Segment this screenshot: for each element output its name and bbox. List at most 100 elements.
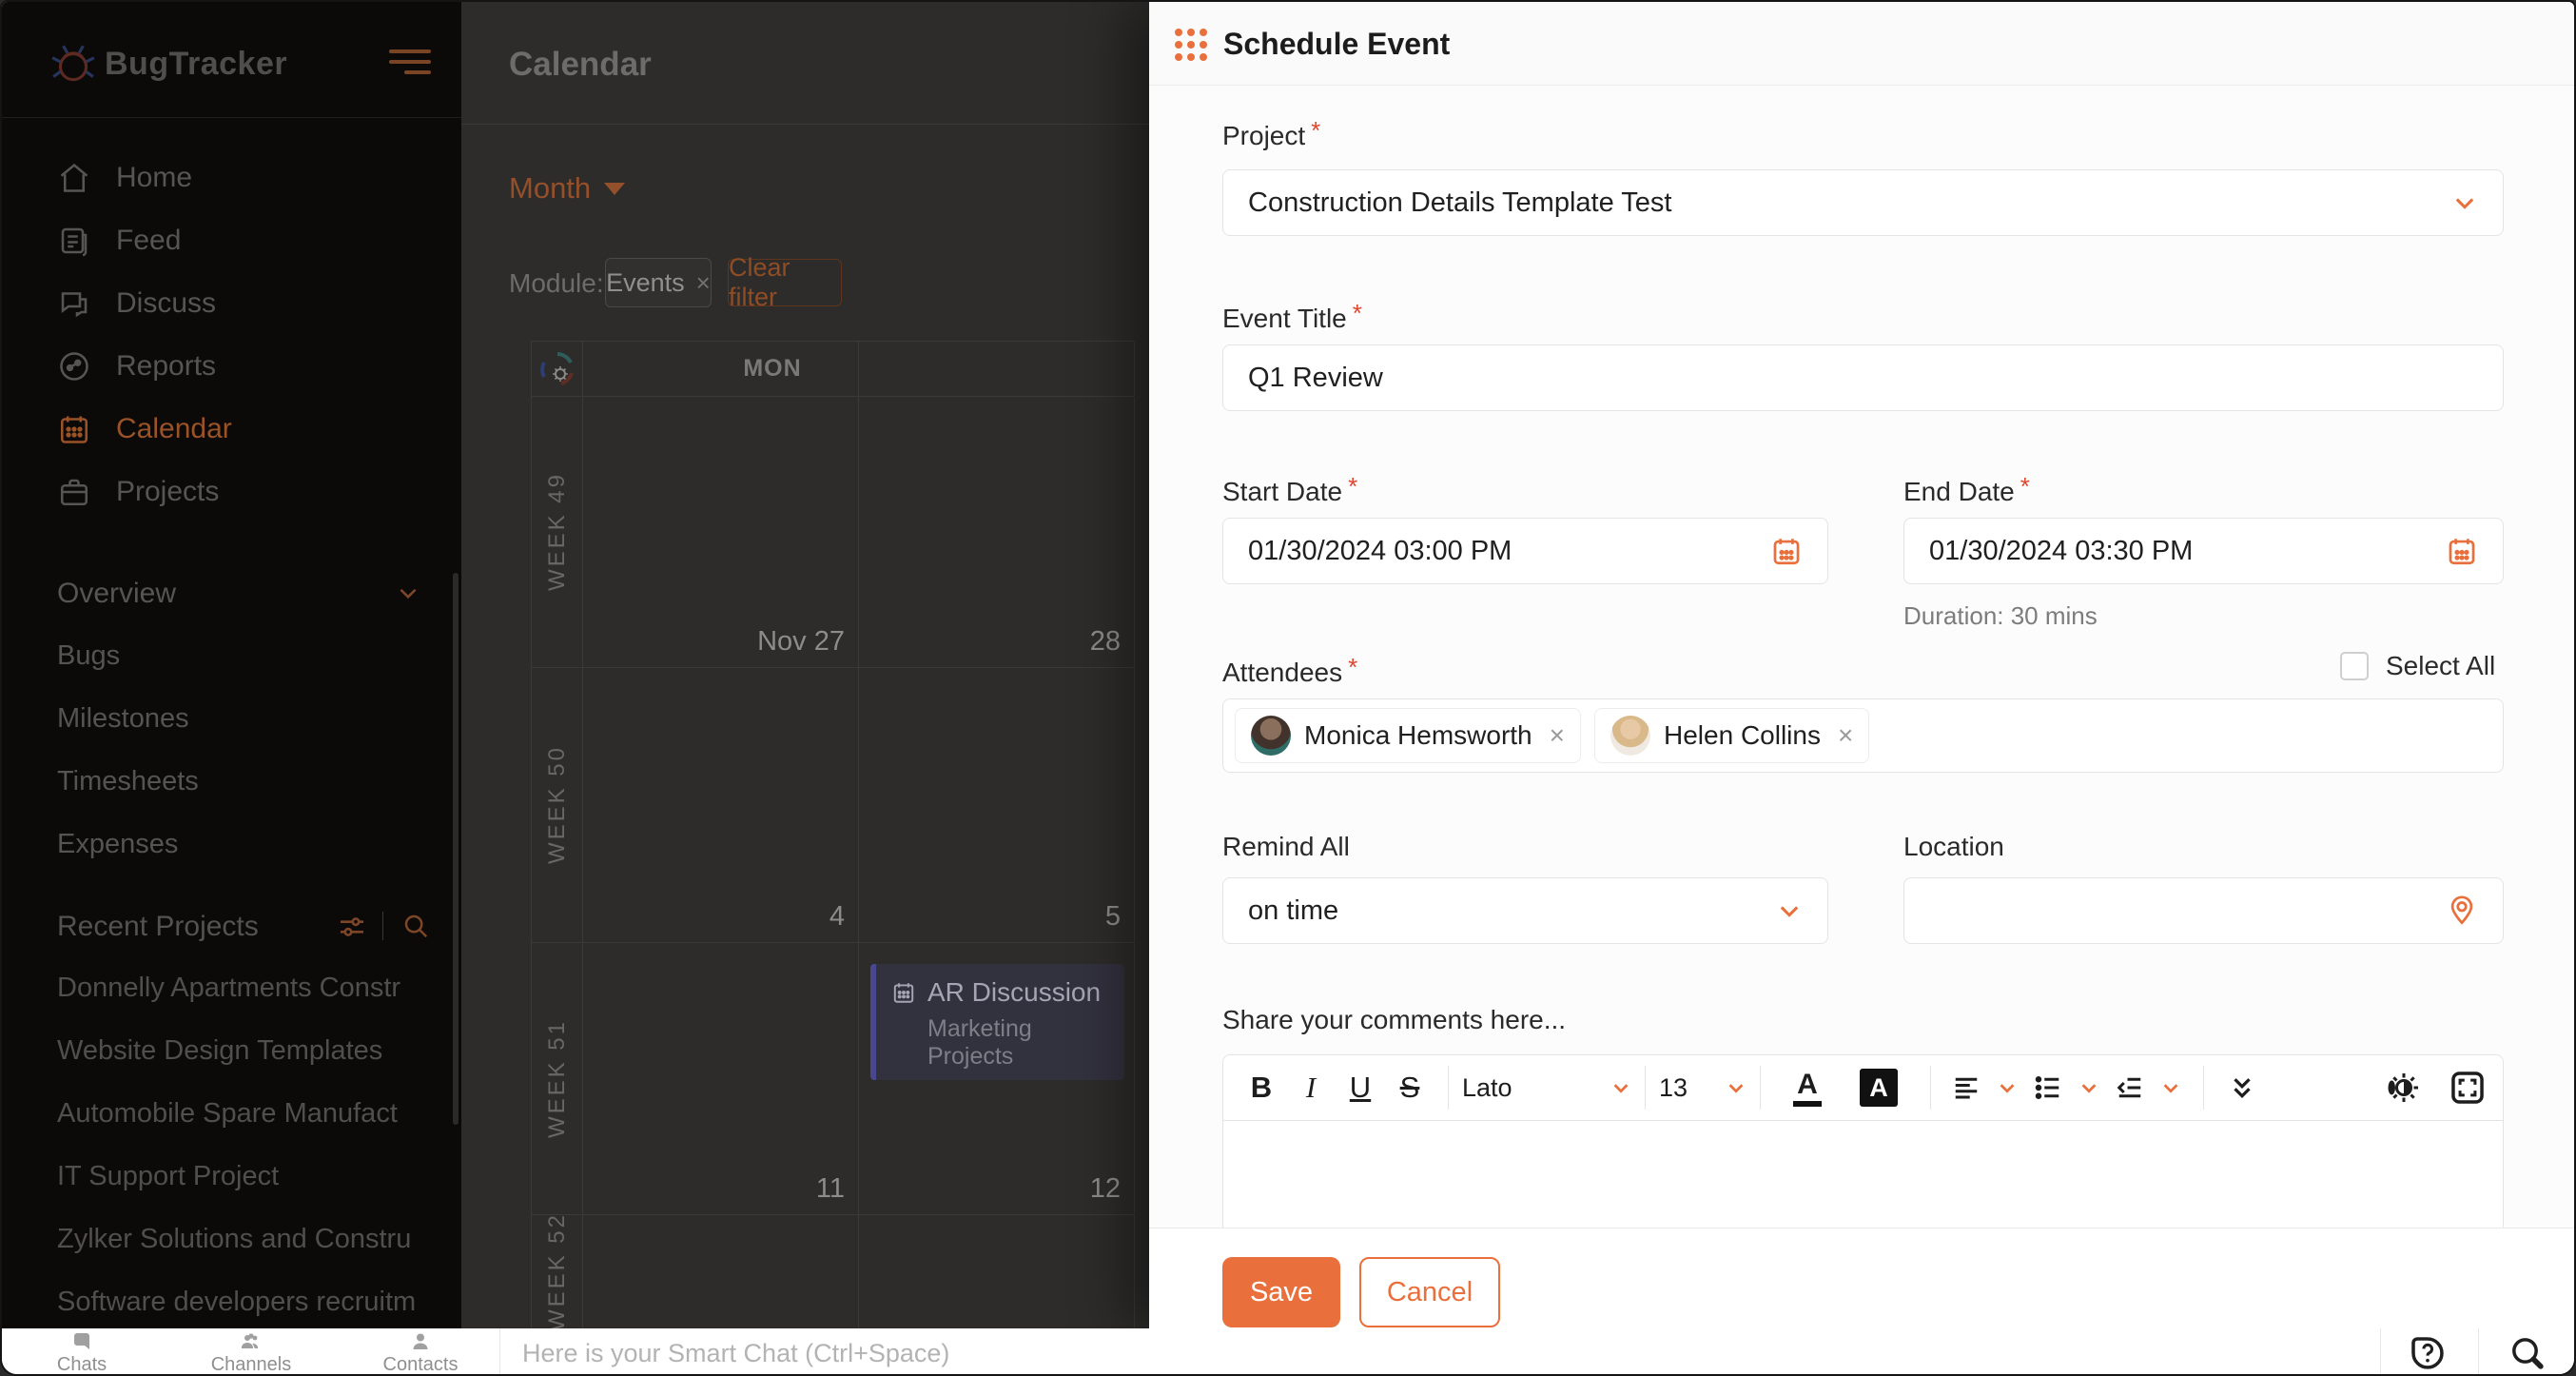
tab-label: Contacts (382, 1354, 459, 1375)
event-title-input[interactable]: Q1 Review (1222, 344, 2504, 411)
cancel-button[interactable]: Cancel (1359, 1257, 1500, 1327)
sidebar-item-milestones[interactable]: Milestones (57, 703, 449, 735)
day-cell[interactable]: AR Discussion Marketing Projects 12 (859, 943, 1135, 1214)
sidebar-item-home[interactable]: Home (2, 147, 461, 209)
highlight-color-button[interactable]: A (1841, 1069, 1917, 1107)
home-icon (60, 163, 88, 192)
attendee-chip[interactable]: Monica Hemsworth × (1235, 708, 1581, 763)
required-marker: * (1311, 116, 1321, 145)
sidebar-item-discuss[interactable]: Discuss (2, 272, 461, 335)
theme-toggle-button[interactable] (2375, 1071, 2432, 1105)
sidebar-item-bugs[interactable]: Bugs (57, 640, 449, 672)
divider (1448, 1066, 1449, 1110)
indent-button[interactable] (2108, 1073, 2152, 1102)
sidebar-item-projects[interactable]: Projects (2, 461, 461, 523)
page-title: Calendar (509, 46, 652, 83)
editor-content[interactable] (1222, 1121, 2504, 1228)
sidebar: BugTracker Home Feed Discuss Reports Cal… (2, 2, 461, 1328)
bullet-list-button[interactable] (2026, 1073, 2070, 1102)
tab-chats[interactable]: Chats (25, 1330, 139, 1374)
align-dropdown[interactable] (1988, 1077, 2026, 1098)
tab-contacts[interactable]: Contacts (363, 1330, 478, 1375)
indent-dropdown[interactable] (2152, 1077, 2190, 1098)
more-tools-button[interactable] (2217, 1073, 2267, 1102)
remove-attendee-icon[interactable]: × (1550, 720, 1565, 751)
font-family-value: Lato (1462, 1072, 1512, 1102)
project-select[interactable]: Construction Details Template Test (1222, 169, 2504, 236)
save-button[interactable]: Save (1222, 1257, 1340, 1327)
day-cell[interactable]: 28 (859, 397, 1135, 667)
search-icon[interactable] (401, 912, 430, 940)
font-family-select[interactable]: Lato (1462, 1073, 1631, 1103)
font-size-select[interactable]: 13 (1659, 1073, 1747, 1103)
help-icon[interactable] (2409, 1334, 2447, 1372)
location-input[interactable] (1903, 877, 2504, 944)
apps-grid-icon[interactable] (1174, 28, 1208, 62)
bold-button[interactable]: B (1237, 1071, 1286, 1105)
section-recent-projects: Recent Projects (57, 911, 259, 942)
sidebar-item-label: Feed (116, 225, 182, 256)
datepicker-icon[interactable] (1770, 535, 1803, 567)
select-all-checkbox[interactable] (2340, 652, 2369, 680)
chats-icon (74, 1333, 89, 1349)
modal-footer: Save Cancel (1149, 1228, 2574, 1328)
datepicker-icon[interactable] (2446, 535, 2478, 567)
sidebar-project-item[interactable]: Software developers recruitm (57, 1287, 449, 1318)
map-pin-icon[interactable] (2446, 894, 2478, 927)
sidebar-item-timesheets[interactable]: Timesheets (57, 766, 449, 797)
attendee-chip[interactable]: Helen Collins × (1594, 708, 1870, 763)
divider (2380, 1328, 2381, 1374)
remind-all-value: on time (1248, 894, 1339, 926)
sidebar-item-feed[interactable]: Feed (2, 209, 461, 272)
end-date-label: End Date * (1903, 472, 2030, 506)
remind-all-select[interactable]: on time (1222, 877, 1828, 944)
end-date-value: 01/30/2024 03:30 PM (1929, 535, 2194, 566)
day-cell[interactable]: Nov 27 (583, 397, 859, 667)
filter-icon[interactable] (337, 912, 367, 942)
select-all-control[interactable]: Select All (2340, 651, 2495, 681)
brand-row: BugTracker (2, 2, 461, 118)
day-cell[interactable] (859, 1215, 1135, 1328)
calendar-event[interactable]: AR Discussion Marketing Projects (870, 964, 1124, 1080)
calendar-settings-icon[interactable] (538, 350, 576, 388)
italic-button[interactable]: I (1286, 1071, 1336, 1105)
clear-filter-button[interactable]: Clear filter (728, 253, 842, 311)
zoom-search-icon[interactable] (2508, 1334, 2547, 1372)
modal-header: Schedule Event (1149, 2, 2574, 86)
underline-button[interactable]: U (1336, 1071, 1385, 1105)
sidebar-project-item[interactable]: Donnelly Apartments Constr (57, 973, 449, 1004)
day-cell[interactable]: 4 (583, 668, 859, 942)
end-date-input[interactable]: 01/30/2024 03:30 PM (1903, 518, 2504, 584)
day-cell[interactable]: 11 (583, 943, 859, 1214)
sidebar-item-reports[interactable]: Reports (2, 335, 461, 398)
sidebar-project-item[interactable]: Automobile Spare Manufact (57, 1098, 449, 1130)
contrast-icon (2388, 1073, 2418, 1102)
filter-chip-events[interactable]: Events × (605, 258, 712, 307)
smart-chat-input[interactable] (520, 1328, 2328, 1374)
tab-channels[interactable]: Channels (194, 1330, 308, 1374)
close-icon[interactable]: × (696, 268, 711, 298)
strikethrough-button[interactable]: S (1385, 1071, 1434, 1105)
sidebar-scrollbar[interactable] (453, 573, 459, 1125)
font-color-button[interactable]: A (1774, 1069, 1841, 1107)
view-selector[interactable]: Month (509, 171, 626, 206)
remove-attendee-icon[interactable]: × (1838, 720, 1853, 751)
menu-toggle-icon[interactable] (389, 49, 431, 76)
day-cell[interactable] (583, 1215, 859, 1328)
chevron-down-icon[interactable] (396, 580, 420, 605)
attendees-input[interactable]: Monica Hemsworth × Helen Collins × (1222, 698, 2504, 773)
align-button[interactable] (1944, 1073, 1988, 1102)
sidebar-item-calendar[interactable]: Calendar (2, 398, 461, 461)
duration-text: Duration: 30 mins (1903, 601, 2098, 630)
fullscreen-button[interactable] (2432, 1070, 2503, 1106)
list-dropdown[interactable] (2070, 1077, 2108, 1098)
sidebar-project-item[interactable]: Zylker Solutions and Constru (57, 1224, 449, 1255)
sidebar-item-expenses[interactable]: Expenses (57, 829, 449, 860)
divider (1645, 1066, 1646, 1110)
section-overview[interactable]: Overview (57, 578, 176, 610)
day-cell[interactable]: 5 (859, 668, 1135, 942)
sidebar-project-item[interactable]: IT Support Project (57, 1161, 449, 1192)
fullscreen-icon (2451, 1071, 2484, 1104)
start-date-input[interactable]: 01/30/2024 03:00 PM (1222, 518, 1828, 584)
sidebar-project-item[interactable]: Website Design Templates (57, 1035, 449, 1067)
